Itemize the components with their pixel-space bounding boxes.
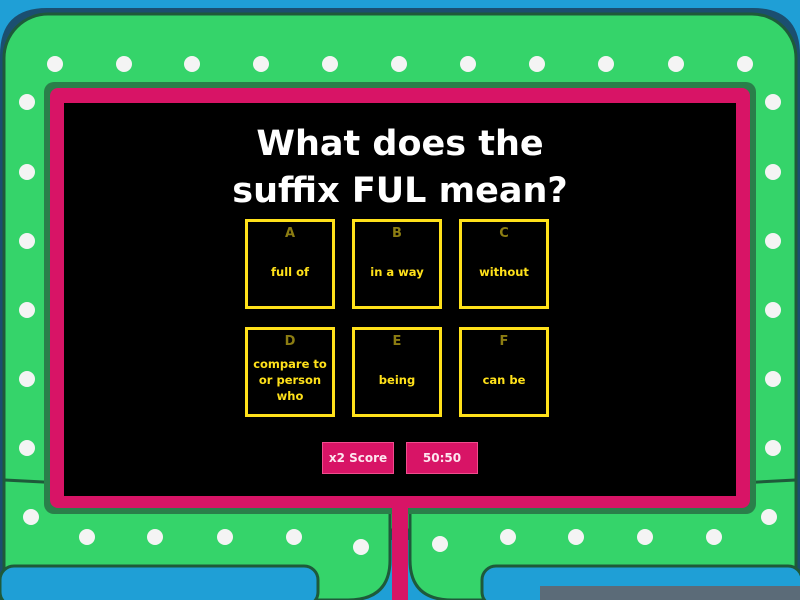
answer-a-text: full of xyxy=(271,265,309,279)
frame-stem xyxy=(392,505,408,600)
answer-e-button[interactable]: E being xyxy=(352,327,442,417)
answer-b-letter: B xyxy=(392,226,402,241)
answer-f-letter: F xyxy=(499,334,509,349)
question-line-2: suffix FUL mean? xyxy=(232,171,568,211)
answer-b-button[interactable]: B in a way xyxy=(352,219,442,309)
fifty-fifty-button[interactable]: 50:50 xyxy=(406,442,478,474)
double-score-button[interactable]: x2 Score xyxy=(322,442,394,474)
answer-d-text: compare to or person who xyxy=(253,357,327,403)
answer-d-letter: D xyxy=(284,334,296,349)
question-line-1: What does the xyxy=(256,124,544,164)
answer-e-text: being xyxy=(378,373,416,387)
question-screen: What does the suffix FUL mean? A full of… xyxy=(64,103,736,496)
answer-c-button[interactable]: C without xyxy=(459,219,549,309)
frame-cutout-left xyxy=(0,564,320,600)
answer-a-letter: A xyxy=(284,226,296,241)
question-text: What does the suffix FUL mean? xyxy=(64,121,736,215)
answer-b-text: in a way xyxy=(370,265,424,279)
answer-f-text: can be xyxy=(482,373,526,387)
answer-a-button[interactable]: A full of xyxy=(245,219,335,309)
answer-c-text: without xyxy=(479,265,529,279)
answer-c-letter: C xyxy=(499,226,509,241)
answer-f-button[interactable]: F can be xyxy=(459,327,549,417)
game-board: What does the suffix FUL mean? A full of… xyxy=(0,0,800,600)
answer-d-button[interactable]: D compare to or person who xyxy=(245,327,335,417)
answer-e-letter: E xyxy=(392,334,402,349)
